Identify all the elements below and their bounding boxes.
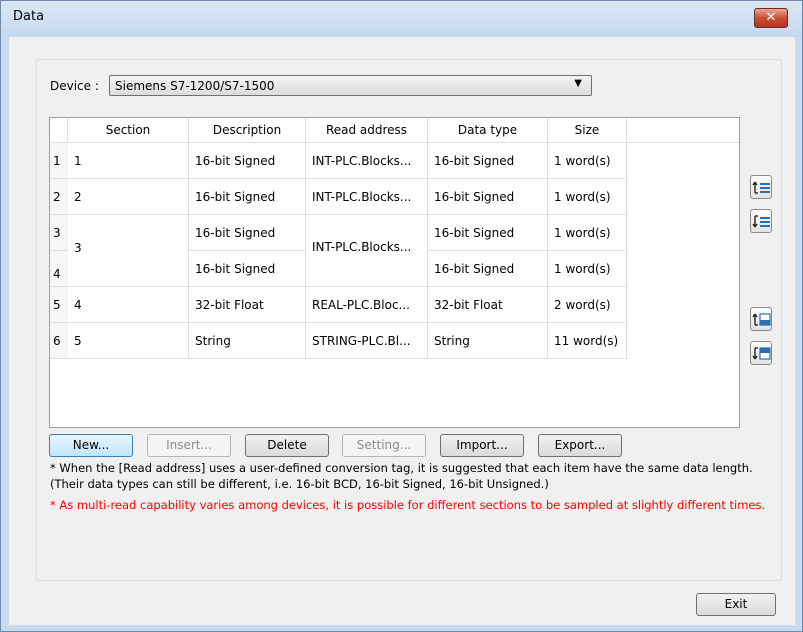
dialog-body: Device : Siemens S7-1200/S7-1500 ▼ Secti… (9, 37, 795, 625)
exit-button[interactable]: Exit (696, 593, 776, 616)
close-button[interactable]: ✕ (754, 8, 788, 28)
cell-description-text: String (195, 334, 231, 348)
cell-section-text: 5 (74, 334, 82, 348)
cell-size[interactable]: 1 word(s) (548, 251, 627, 287)
cell-description-text: 16-bit Signed (195, 226, 276, 240)
column-header-description[interactable]: Description (189, 118, 306, 143)
setting-button[interactable]: Setting... (342, 434, 426, 457)
cell-description[interactable]: 32-bit Float (189, 287, 306, 323)
move-up-button[interactable] (750, 175, 772, 199)
cell-section-text: 3 (74, 241, 82, 255)
move-up-icon (752, 181, 770, 194)
cell-data-type-text: String (434, 334, 470, 348)
move-section-up-button[interactable] (750, 307, 772, 331)
cell-section-text: 2 (74, 190, 82, 204)
device-dropdown-value: Siemens S7-1200/S7-1500 (115, 79, 275, 93)
cell-description[interactable]: String (189, 323, 306, 359)
cell-description-text: 32-bit Float (195, 298, 264, 312)
cell-data-type-text: 32-bit Float (434, 298, 503, 312)
row-number[interactable]: 2 (50, 179, 68, 215)
cell-size-text: 11 word(s) (554, 334, 619, 348)
row-number[interactable]: 5 (50, 287, 68, 323)
title-bar[interactable]: Data ✕ (1, 1, 802, 37)
sections-table[interactable]: Section Description Read address Data ty… (49, 117, 740, 428)
window-title: Data (13, 9, 45, 24)
cell-section-text: 4 (74, 298, 82, 312)
export-button[interactable]: Export... (538, 434, 622, 457)
cell-description-text: 16-bit Signed (195, 154, 276, 168)
cell-size-text: 1 word(s) (554, 262, 611, 276)
row-number[interactable]: 1 (50, 143, 68, 179)
device-dropdown[interactable]: Siemens S7-1200/S7-1500 ▼ (109, 75, 592, 96)
cell-read-address[interactable]: STRING-PLC.Bl... (306, 323, 428, 359)
cell-read-address[interactable]: INT-PLC.Blocks... (306, 143, 428, 179)
cell-read-address[interactable]: REAL-PLC.Bloc... (306, 287, 428, 323)
cell-size[interactable]: 1 word(s) (548, 179, 627, 215)
cell-read-address-text: INT-PLC.Blocks... (312, 154, 412, 168)
cell-data-type-text: 16-bit Signed (434, 262, 515, 276)
import-button[interactable]: Import... (440, 434, 524, 457)
cell-size[interactable]: 1 word(s) (548, 143, 627, 179)
cell-section[interactable]: 1 (68, 143, 189, 179)
cell-size[interactable]: 1 word(s) (548, 215, 627, 251)
cell-section[interactable]: 2 (68, 179, 189, 215)
cell-data-type[interactable]: String (428, 323, 548, 359)
cell-data-type[interactable]: 16-bit Signed (428, 179, 548, 215)
cell-read-address-text: INT-PLC.Blocks... (312, 190, 412, 204)
move-section-down-icon (752, 347, 771, 360)
row-number[interactable]: 4 (50, 251, 68, 287)
cell-description[interactable]: 16-bit Signed (189, 251, 306, 287)
row-number-header (50, 118, 68, 143)
delete-button[interactable]: Delete (245, 434, 329, 457)
column-header-data-type[interactable]: Data type (428, 118, 548, 143)
cell-section[interactable]: 5 (68, 323, 189, 359)
data-dialog: Data ✕ Device : Siemens S7-1200/S7-1500 … (0, 0, 803, 632)
cell-size-text: 2 word(s) (554, 298, 611, 312)
cell-read-address[interactable]: INT-PLC.Blocks... (306, 179, 428, 215)
cell-data-type-text: 16-bit Signed (434, 226, 515, 240)
cell-section-text: 1 (74, 154, 82, 168)
column-header-section[interactable]: Section (68, 118, 189, 143)
cell-section[interactable]: 4 (68, 287, 189, 323)
cell-description[interactable]: 16-bit Signed (189, 215, 306, 251)
cell-description[interactable]: 16-bit Signed (189, 143, 306, 179)
multi-read-warning: * As multi-read capability varies among … (50, 498, 766, 512)
cell-section[interactable]: 3 (68, 215, 189, 287)
cell-read-address-text: STRING-PLC.Bl... (312, 334, 411, 348)
cell-data-type-text: 16-bit Signed (434, 190, 515, 204)
conversion-tag-note: * When the [Read address] uses a user-de… (50, 461, 753, 491)
cell-description-text: 16-bit Signed (195, 262, 276, 276)
cell-read-address-text: REAL-PLC.Bloc... (312, 298, 410, 312)
move-down-icon (752, 215, 770, 228)
cell-size-text: 1 word(s) (554, 154, 611, 168)
cell-data-type[interactable]: 32-bit Float (428, 287, 548, 323)
column-header-read-address[interactable]: Read address (306, 118, 428, 143)
cell-data-type-text: 16-bit Signed (434, 154, 515, 168)
cell-size-text: 1 word(s) (554, 226, 611, 240)
device-label: Device : (50, 79, 99, 93)
cell-data-type[interactable]: 16-bit Signed (428, 143, 548, 179)
column-header-filler (627, 118, 739, 143)
row-number[interactable]: 6 (50, 323, 68, 359)
column-header-size[interactable]: Size (548, 118, 627, 143)
new-button[interactable]: New... (49, 434, 133, 457)
cell-data-type[interactable]: 16-bit Signed (428, 251, 548, 287)
move-section-up-icon (752, 313, 771, 326)
cell-size[interactable]: 2 word(s) (548, 287, 627, 323)
cell-read-address-text: INT-PLC.Blocks... (312, 240, 412, 254)
cell-read-address[interactable]: INT-PLC.Blocks... (306, 215, 428, 287)
cell-description[interactable]: 16-bit Signed (189, 179, 306, 215)
cell-description-text: 16-bit Signed (195, 190, 276, 204)
cell-data-type[interactable]: 16-bit Signed (428, 215, 548, 251)
chevron-down-icon[interactable]: ▼ (574, 78, 582, 89)
cell-size-text: 1 word(s) (554, 190, 611, 204)
move-section-down-button[interactable] (750, 341, 772, 365)
move-down-button[interactable] (750, 209, 772, 233)
insert-button[interactable]: Insert... (147, 434, 231, 457)
cell-size[interactable]: 11 word(s) (548, 323, 627, 359)
row-number[interactable]: 3 (50, 215, 68, 251)
